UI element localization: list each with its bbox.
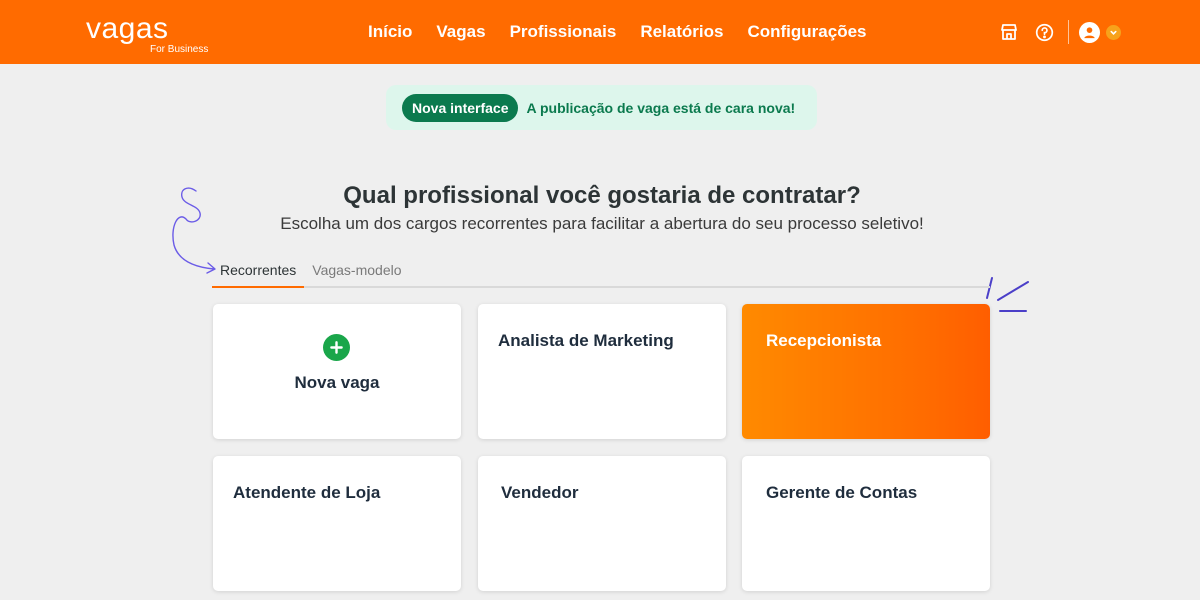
banner-message: A publicação de vaga está de cara nova!	[526, 99, 796, 116]
plus-icon	[323, 334, 350, 361]
user-menu[interactable]	[1079, 21, 1121, 43]
job-card-title: Vendedor	[501, 483, 579, 502]
nav-vagas[interactable]: Vagas	[436, 22, 485, 42]
nav-inicio[interactable]: Início	[368, 22, 412, 42]
main-nav: Início Vagas Profissionais Relatórios Co…	[368, 22, 891, 42]
job-card-analista-de-marketing[interactable]: Analista de Marketing	[478, 304, 726, 439]
top-navbar: vagas For Business Início Vagas Profissi…	[0, 0, 1200, 64]
job-card-vendedor[interactable]: Vendedor	[478, 456, 726, 591]
chevron-down-icon	[1106, 24, 1121, 40]
page-subtitle: Escolha um dos cargos recorrentes para f…	[280, 214, 924, 233]
tab-vagas-modelo[interactable]: Vagas-modelo	[304, 262, 409, 286]
logo-subtitle: For Business	[150, 44, 209, 55]
new-interface-badge: Nova interface	[402, 93, 519, 122]
job-card-title: Analista de Marketing	[498, 331, 674, 350]
logo-text: vagas	[86, 12, 169, 45]
nav-relatorios[interactable]: Relatórios	[640, 22, 723, 42]
job-card-title: Atendente de Loja	[233, 483, 381, 502]
store-icon[interactable]	[998, 21, 1020, 43]
nav-configuracoes[interactable]: Configurações	[747, 22, 866, 42]
new-interface-banner[interactable]: Nova interface A publicação de vaga está…	[386, 85, 817, 130]
tab-recorrentes[interactable]: Recorrentes	[212, 262, 305, 288]
user-icon	[1079, 21, 1100, 43]
job-card-title: Gerente de Contas	[766, 483, 918, 502]
job-card-gerente-de-contas[interactable]: Gerente de Contas	[742, 456, 990, 591]
new-job-card[interactable]: Nova vaga	[213, 304, 461, 439]
page-title: Qual profissional você gostaria de contr…	[343, 182, 861, 209]
help-icon[interactable]	[1033, 21, 1055, 43]
job-card-title: Recepcionista	[766, 331, 882, 350]
tab-bar: Recorrentes Vagas-modelo	[212, 262, 990, 288]
header-divider	[1068, 20, 1069, 44]
vagas-logo[interactable]: vagas For Business	[86, 12, 208, 56]
job-card-recepcionista[interactable]: Recepcionista	[742, 304, 990, 439]
header-actions	[998, 20, 1121, 44]
job-card-atendente-de-loja[interactable]: Atendente de Loja	[213, 456, 461, 591]
nav-profissionais[interactable]: Profissionais	[510, 22, 617, 42]
new-job-label: Nova vaga	[294, 373, 380, 392]
